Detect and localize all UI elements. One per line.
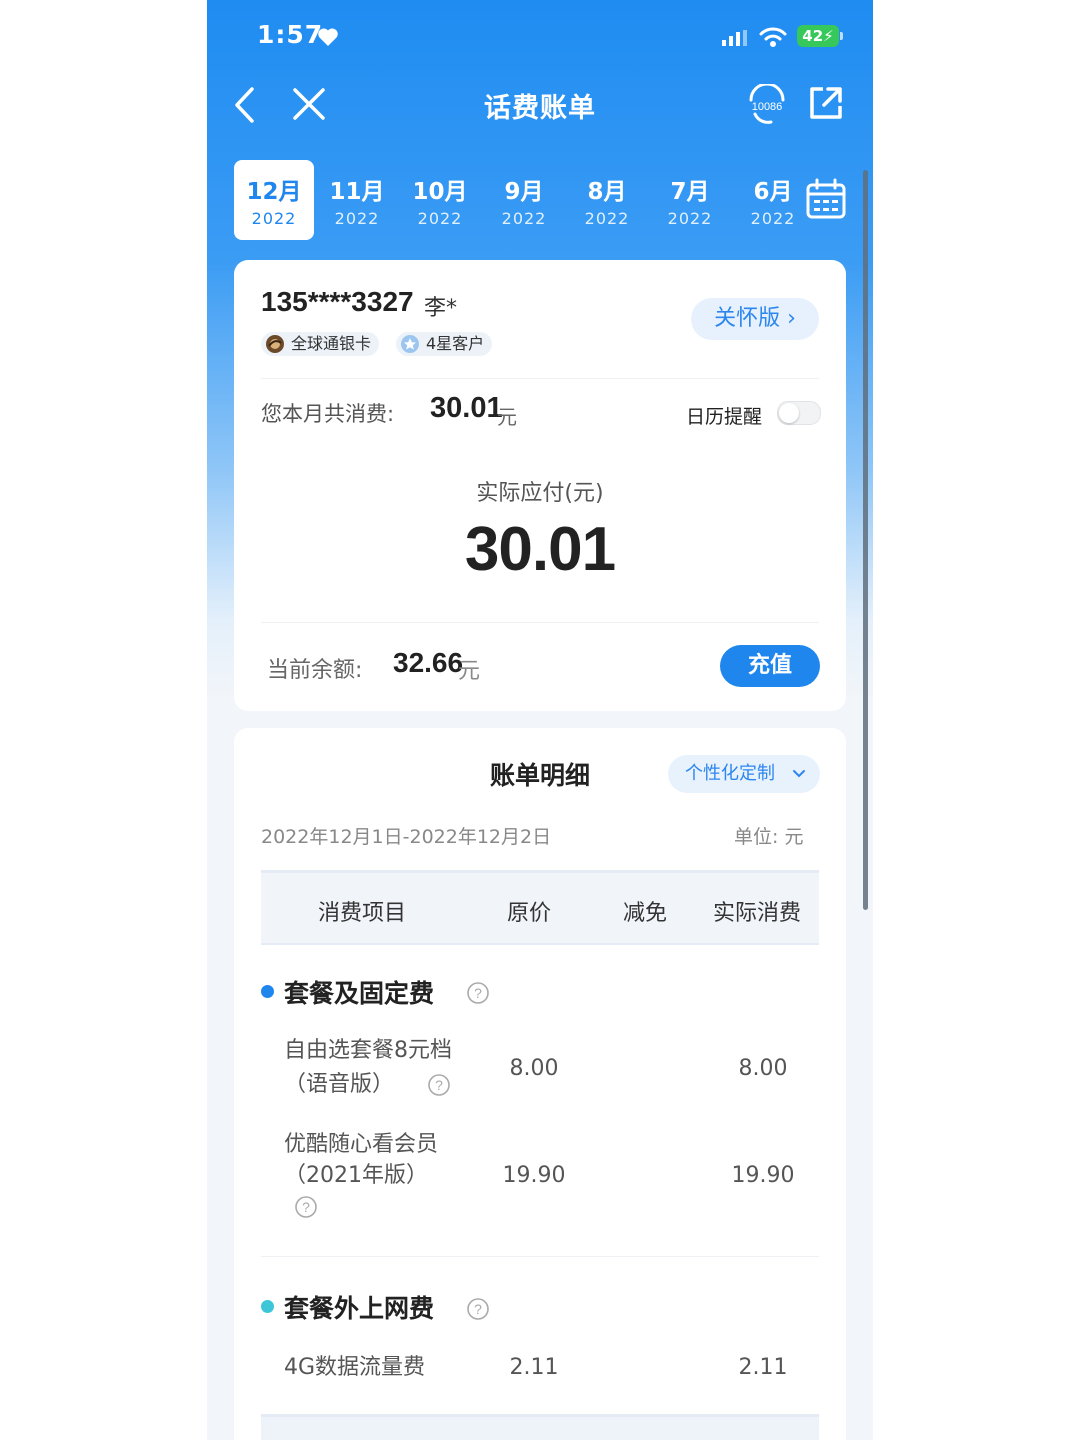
line-item-name: 自由选套餐8元档 bbox=[284, 1038, 452, 1063]
help-icon[interactable]: ? bbox=[466, 981, 490, 1005]
customize-label: 个性化定制 bbox=[685, 763, 775, 784]
toggle-knob bbox=[779, 403, 799, 423]
line-item-name: 4G数据流量费 bbox=[284, 1355, 426, 1380]
heart-icon bbox=[318, 28, 338, 46]
monthly-spend-value: 30.01 bbox=[430, 392, 503, 424]
billing-date-range: 2022年12月1日-2022年12月2日 bbox=[261, 826, 552, 848]
status-time: 1:57 bbox=[257, 20, 324, 49]
amount-due-label: 实际应付(元) bbox=[476, 481, 604, 506]
battery-tip bbox=[840, 32, 843, 40]
column-header-discount: 减免 bbox=[623, 901, 668, 926]
battery-indicator: 42⚡ bbox=[797, 25, 839, 47]
column-header-item: 消费项目 bbox=[318, 901, 407, 926]
month-tab-year: 2022 bbox=[667, 209, 713, 228]
care-version-button[interactable]: 关怀版 › bbox=[691, 298, 819, 340]
table-footer-strip bbox=[261, 1414, 819, 1440]
month-tab-2022-06[interactable]: 6月 2022 bbox=[733, 160, 800, 240]
month-tab-2022-08[interactable]: 8月 2022 bbox=[567, 160, 647, 240]
month-tab-month: 12月 bbox=[246, 179, 302, 205]
amount-due-value: 30.01 bbox=[464, 515, 616, 584]
customize-dropdown[interactable]: 个性化定制 bbox=[668, 755, 820, 793]
month-tab-month: 8月 bbox=[587, 179, 627, 205]
wifi-icon bbox=[759, 27, 787, 47]
svg-text:?: ? bbox=[474, 1301, 482, 1317]
service-number: 10086 bbox=[752, 101, 783, 113]
phone-number: 135****3327 bbox=[261, 286, 414, 317]
category-package-fixed: 套餐及固定费 bbox=[284, 979, 435, 1008]
category-dot bbox=[261, 985, 274, 998]
bill-detail-card: 账单明细 个性化定制 2022年12月1日-2022年12月2日 单位: 元 消… bbox=[234, 728, 846, 1440]
line-item-actual: 8.00 bbox=[738, 1056, 788, 1081]
line-item-price: 2.11 bbox=[509, 1355, 559, 1380]
balance-value: 32.66 bbox=[393, 647, 464, 678]
line-item-name: 优酷随心看会员 bbox=[284, 1132, 439, 1157]
table-header: 消费项目 原价 减免 实际消费 bbox=[261, 870, 819, 945]
help-icon[interactable]: ? bbox=[427, 1073, 451, 1097]
month-tab-year: 2022 bbox=[417, 209, 463, 228]
month-tab-2022-07[interactable]: 7月 2022 bbox=[650, 160, 730, 240]
line-item-price: 19.90 bbox=[502, 1163, 566, 1188]
nav-bar: 话费账单 10086 bbox=[207, 80, 873, 130]
global-card-icon bbox=[266, 335, 284, 353]
svg-text:?: ? bbox=[435, 1077, 443, 1093]
line-item-actual: 2.11 bbox=[738, 1355, 788, 1380]
calendar-reminder-toggle[interactable] bbox=[777, 401, 821, 425]
bill-summary-card: 135****3327 李* 全球通银卡 4星客户 关怀版 › 您本月共消费: … bbox=[234, 260, 846, 711]
month-tab-2022-09[interactable]: 9月 2022 bbox=[484, 160, 564, 240]
chevron-right-icon: › bbox=[787, 306, 796, 331]
cellular-signal-icon bbox=[722, 30, 747, 46]
user-name: 李* bbox=[424, 296, 458, 321]
line-item-actual: 19.90 bbox=[731, 1163, 795, 1188]
line-item-price: 8.00 bbox=[509, 1056, 559, 1081]
calendar-reminder-label: 日历提醒 bbox=[686, 406, 763, 428]
care-version-label: 关怀版 bbox=[714, 306, 781, 331]
balance-unit: 元 bbox=[458, 659, 481, 684]
calendar-icon[interactable] bbox=[805, 178, 847, 220]
month-tabs: 12月 2022 11月 2022 10月 2022 9月 2022 8月 2022 7月… bbox=[234, 160, 800, 240]
month-tab-year: 2022 bbox=[251, 209, 297, 228]
badge-star-customer: 4星客户 bbox=[396, 332, 493, 356]
share-icon[interactable] bbox=[808, 85, 844, 121]
month-tab-month: 10月 bbox=[412, 179, 468, 205]
month-tab-month: 7月 bbox=[670, 179, 710, 205]
help-icon[interactable]: ? bbox=[294, 1195, 318, 1219]
svg-text:?: ? bbox=[474, 985, 482, 1001]
customer-service-10086-icon[interactable]: 10086 bbox=[745, 84, 789, 128]
status-bar: 1:57 42⚡ bbox=[207, 18, 873, 58]
divider bbox=[261, 1256, 819, 1257]
category-dot bbox=[261, 1300, 274, 1313]
divider bbox=[261, 622, 819, 623]
battery-level: 42 bbox=[802, 27, 824, 45]
recharge-button[interactable]: 充值 bbox=[720, 645, 820, 687]
monthly-spend-unit: 元 bbox=[497, 405, 517, 429]
line-item-subname: （语音版） bbox=[284, 1072, 395, 1097]
column-header-price: 原价 bbox=[507, 901, 552, 926]
month-tab-year: 2022 bbox=[501, 209, 547, 228]
chevron-down-icon bbox=[793, 770, 805, 778]
divider bbox=[261, 378, 819, 379]
month-tab-2022-10[interactable]: 10月 2022 bbox=[400, 160, 480, 240]
unit-label: 单位: 元 bbox=[734, 826, 804, 848]
scrollbar[interactable] bbox=[863, 170, 868, 910]
month-tab-2022-12[interactable]: 12月 2022 bbox=[234, 160, 314, 240]
badge-label: 全球通银卡 bbox=[291, 334, 372, 353]
phone-screen: 1:57 42⚡ 话费账单 10086 12月 2022 11月 2022 10… bbox=[207, 0, 873, 1440]
month-tab-year: 2022 bbox=[584, 209, 630, 228]
month-tab-month: 6月 bbox=[753, 179, 793, 205]
help-icon[interactable]: ? bbox=[466, 1297, 490, 1321]
balance-label: 当前余额: bbox=[267, 658, 363, 683]
badge-global-card: 全球通银卡 bbox=[261, 332, 380, 356]
line-item-subname: （2021年版） bbox=[284, 1163, 428, 1188]
category-extra-data: 套餐外上网费 bbox=[284, 1294, 435, 1323]
star-badge-icon bbox=[401, 335, 419, 353]
month-tab-month: 11月 bbox=[329, 179, 385, 205]
month-tab-month: 9月 bbox=[504, 179, 544, 205]
monthly-spend-label: 您本月共消费: bbox=[261, 402, 395, 426]
badge-label: 4星客户 bbox=[426, 334, 485, 353]
month-tab-2022-11[interactable]: 11月 2022 bbox=[317, 160, 397, 240]
month-tab-year: 2022 bbox=[750, 209, 796, 228]
column-header-actual: 实际消费 bbox=[713, 901, 802, 926]
month-tab-year: 2022 bbox=[334, 209, 380, 228]
svg-text:?: ? bbox=[302, 1199, 310, 1215]
